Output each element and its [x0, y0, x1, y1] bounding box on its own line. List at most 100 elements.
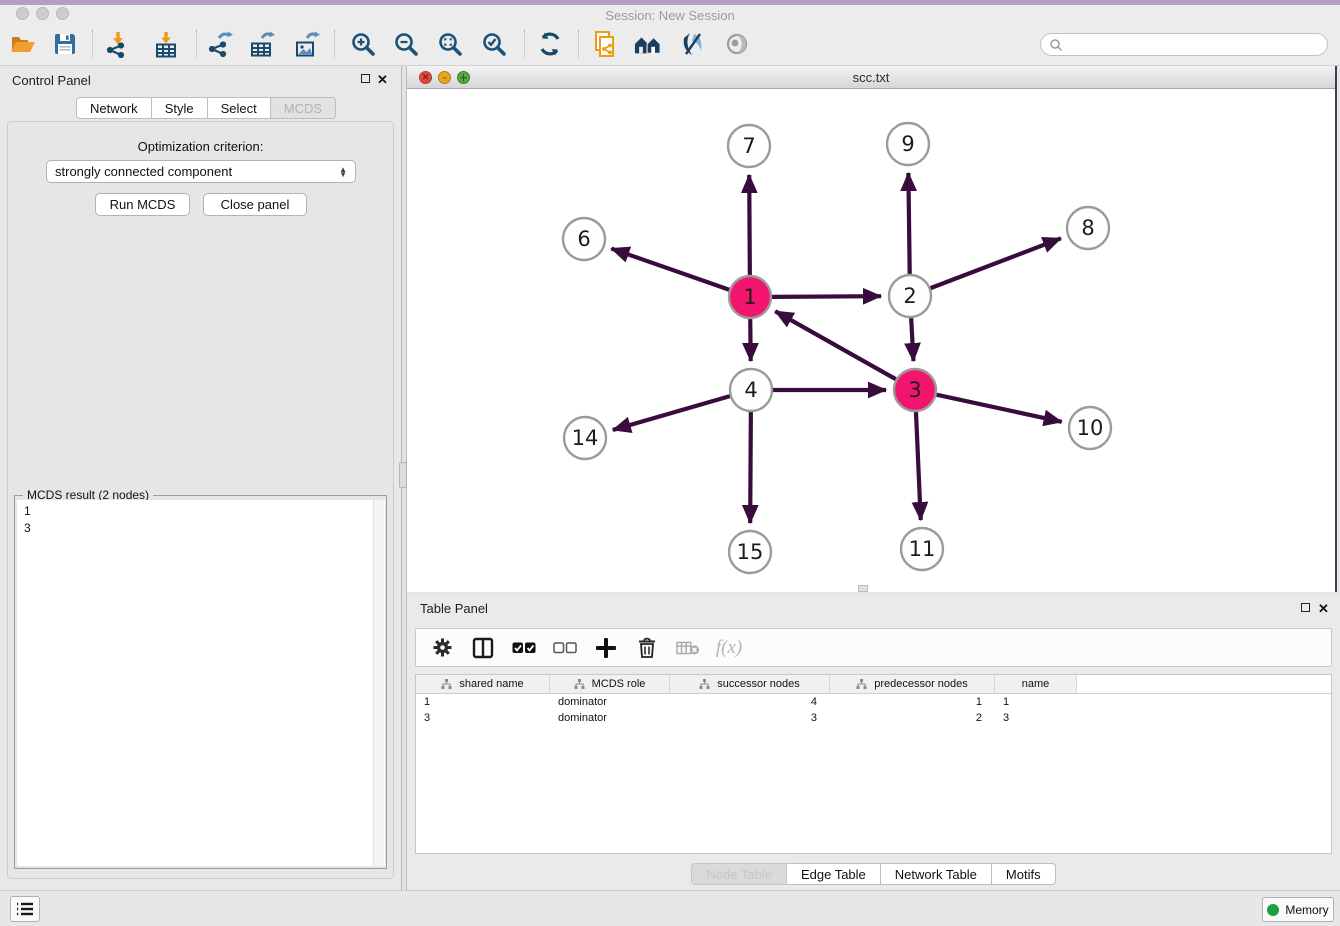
- export-image-icon[interactable]: [293, 30, 321, 58]
- cell-shared-name[interactable]: 3: [416, 712, 550, 724]
- tab-select[interactable]: Select: [208, 97, 271, 119]
- column-header-successor-nodes[interactable]: successor nodes: [670, 675, 830, 693]
- edge-1-6[interactable]: [611, 249, 729, 290]
- node-label-15: 15: [737, 540, 764, 564]
- network-window-titlebar[interactable]: ✕ − ＋ scc.txt: [407, 66, 1335, 89]
- hierarchy-icon: [856, 679, 867, 690]
- node-label-7: 7: [742, 134, 755, 158]
- cell-successor-nodes[interactable]: 4: [670, 696, 830, 708]
- edge-2-8[interactable]: [931, 238, 1061, 288]
- search-icon: [1049, 38, 1063, 52]
- delete-table-icon: [676, 636, 700, 660]
- table-header-row: shared nameMCDS rolesuccessor nodesprede…: [416, 675, 1331, 694]
- node-label-4: 4: [744, 378, 757, 402]
- network-graph-svg[interactable]: 7968124314101511: [407, 90, 1337, 592]
- deselect-all-checkboxes-icon[interactable]: [553, 636, 577, 660]
- horizontal-splitter-grip[interactable]: [858, 585, 868, 592]
- tab-network[interactable]: Network: [76, 97, 152, 119]
- column-header-MCDS-role[interactable]: MCDS role: [550, 675, 670, 693]
- node-label-2: 2: [903, 284, 916, 308]
- result-scrollbar[interactable]: [373, 500, 384, 866]
- close-panel-button[interactable]: Close panel: [203, 193, 307, 216]
- split-columns-icon[interactable]: [471, 636, 495, 660]
- edge-3-10[interactable]: [936, 395, 1061, 422]
- cell-successor-nodes[interactable]: 3: [670, 712, 830, 724]
- zoom-out-icon[interactable]: [392, 30, 420, 58]
- cell-predecessor-nodes[interactable]: 1: [830, 696, 995, 708]
- clone-network-icon[interactable]: [591, 30, 619, 58]
- tab-motifs[interactable]: Motifs: [992, 863, 1056, 885]
- tab-node-table[interactable]: Node Table: [691, 863, 787, 885]
- delete-rows-icon[interactable]: [635, 636, 659, 660]
- import-network-icon[interactable]: [104, 30, 132, 58]
- cell-MCDS-role[interactable]: dominator: [550, 696, 670, 708]
- float-panel-icon[interactable]: [361, 74, 370, 83]
- table-float-icon[interactable]: [1301, 603, 1310, 612]
- search-input[interactable]: [1040, 33, 1328, 56]
- status-bar: Memory: [0, 890, 1340, 926]
- edge-2-3[interactable]: [911, 318, 913, 361]
- cell-name[interactable]: 1: [995, 696, 1077, 708]
- function-builder-icon: f(x): [717, 636, 741, 660]
- table-panel-title: Table Panel: [420, 601, 488, 616]
- select-all-checkboxes-icon[interactable]: [512, 636, 536, 660]
- close-panel-icon[interactable]: ✕: [377, 75, 388, 85]
- vertical-splitter-grip[interactable]: [399, 462, 407, 488]
- export-table-icon[interactable]: [248, 30, 276, 58]
- mcds-result-text[interactable]: 1 3: [17, 500, 385, 866]
- criterion-value: strongly connected component: [55, 164, 232, 179]
- toolbar-separator: [334, 30, 335, 58]
- edge-4-14[interactable]: [613, 396, 730, 430]
- open-session-icon[interactable]: [9, 30, 37, 58]
- zoom-in-icon[interactable]: [349, 30, 377, 58]
- edge-3-1[interactable]: [775, 311, 896, 379]
- column-header-predecessor-nodes[interactable]: predecessor nodes: [830, 675, 995, 693]
- memory-status-icon: [1267, 904, 1279, 916]
- edge-1-2[interactable]: [772, 296, 881, 297]
- zoom-fit-icon[interactable]: [436, 30, 464, 58]
- memory-button[interactable]: Memory: [1262, 897, 1334, 922]
- tab-mcds[interactable]: MCDS: [271, 97, 336, 119]
- network-window: ✕ − ＋ scc.txt 7968124314101511: [407, 66, 1337, 592]
- control-panel-title: Control Panel: [12, 73, 91, 88]
- node-label-6: 6: [577, 227, 590, 251]
- zoom-selected-icon[interactable]: [480, 30, 508, 58]
- tab-edge-table[interactable]: Edge Table: [787, 863, 881, 885]
- task-history-button[interactable]: [10, 896, 40, 922]
- save-session-icon[interactable]: [51, 30, 79, 58]
- hierarchy-icon: [699, 679, 710, 690]
- import-table-icon[interactable]: [152, 30, 180, 58]
- refresh-icon[interactable]: [536, 30, 564, 58]
- cell-shared-name[interactable]: 1: [416, 696, 550, 708]
- add-row-icon[interactable]: [594, 636, 618, 660]
- table-row[interactable]: 1dominator411: [416, 694, 1331, 710]
- node-table: shared nameMCDS rolesuccessor nodesprede…: [415, 674, 1332, 854]
- node-label-8: 8: [1081, 216, 1094, 240]
- tab-network-table[interactable]: Network Table: [881, 863, 992, 885]
- edge-2-9[interactable]: [908, 173, 909, 274]
- cell-MCDS-role[interactable]: dominator: [550, 712, 670, 724]
- tab-style[interactable]: Style: [152, 97, 208, 119]
- edge-3-11[interactable]: [916, 412, 921, 520]
- table-settings-icon[interactable]: [430, 636, 454, 660]
- table-close-icon[interactable]: ✕: [1318, 604, 1329, 614]
- export-network-icon[interactable]: [206, 30, 234, 58]
- table-row[interactable]: 3dominator323: [416, 710, 1331, 726]
- window-titlebar: Session: New Session: [0, 5, 1340, 22]
- node-label-11: 11: [909, 537, 936, 561]
- column-header-name[interactable]: name: [995, 675, 1077, 693]
- criterion-dropdown[interactable]: strongly connected component ▲▼: [46, 160, 356, 183]
- hide-panel-icon[interactable]: [679, 30, 707, 58]
- cell-predecessor-nodes[interactable]: 2: [830, 712, 995, 724]
- memory-label: Memory: [1285, 903, 1328, 917]
- column-header-shared-name[interactable]: shared name: [416, 675, 550, 693]
- edge-4-15[interactable]: [750, 412, 751, 523]
- run-mcds-button[interactable]: Run MCDS: [95, 193, 190, 216]
- cell-name[interactable]: 3: [995, 712, 1077, 724]
- home-view-icon[interactable]: [634, 30, 662, 58]
- toolbar-separator: [578, 30, 579, 58]
- edge-1-7[interactable]: [749, 175, 750, 275]
- dropdown-stepper-icon: ▲▼: [339, 167, 347, 177]
- eye-icon[interactable]: [723, 30, 751, 58]
- main-toolbar: [0, 22, 1340, 66]
